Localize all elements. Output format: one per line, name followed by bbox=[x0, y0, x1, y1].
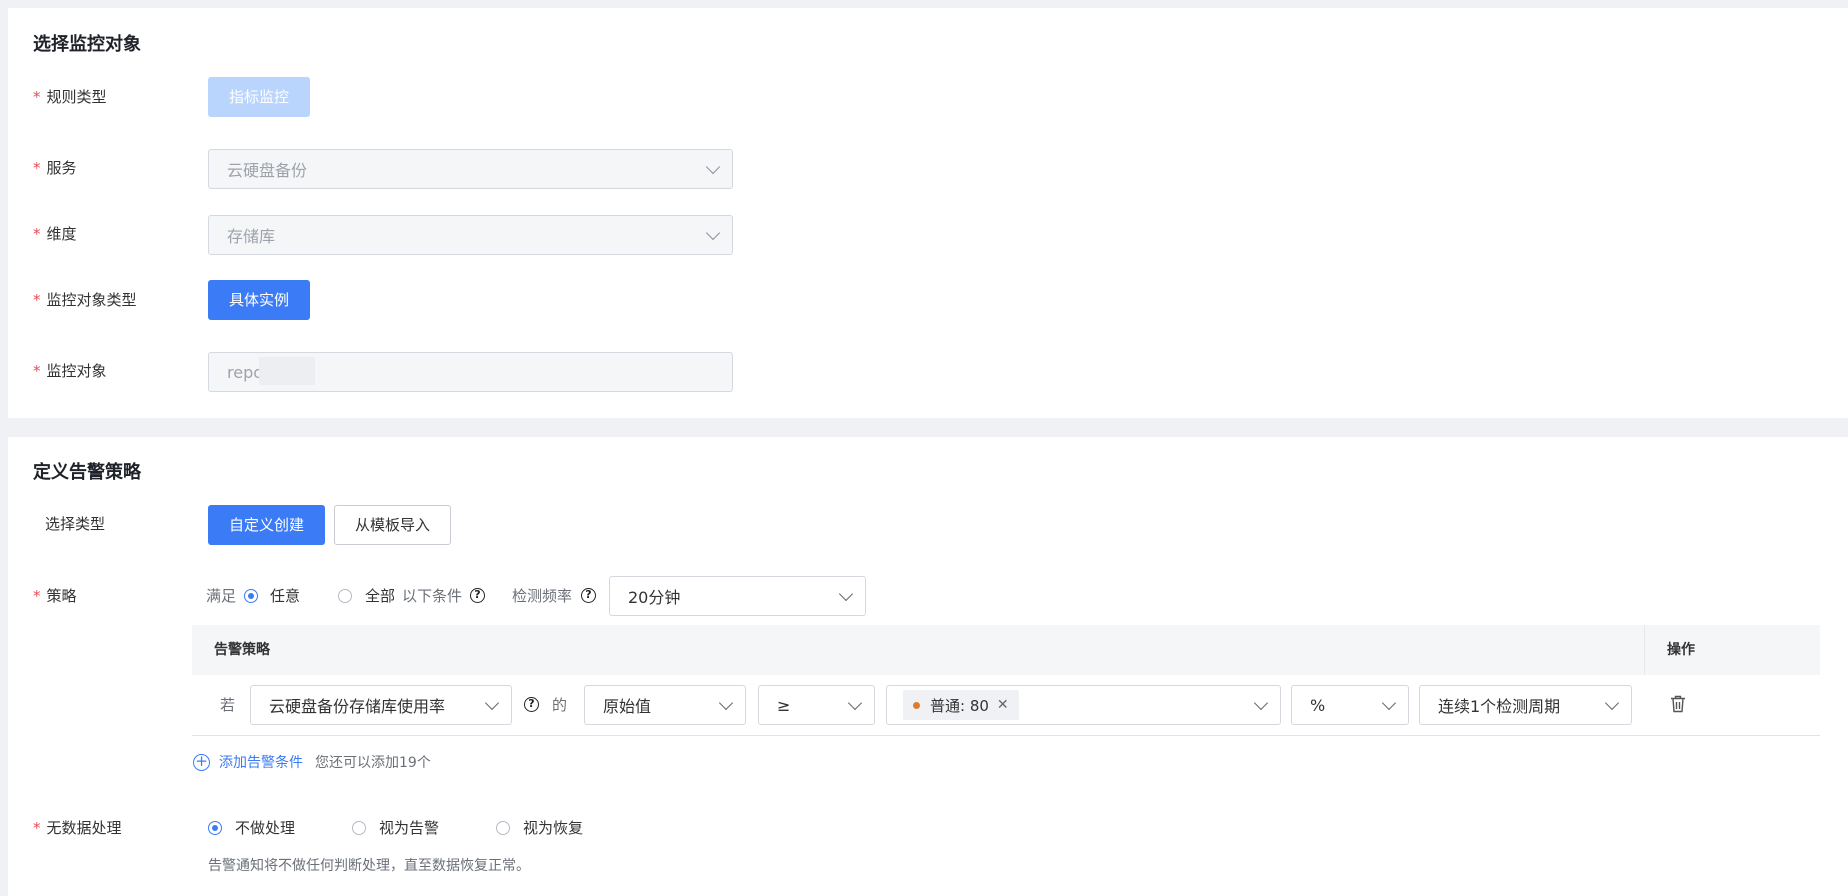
period-select[interactable]: 连续1个检测周期 bbox=[1419, 685, 1632, 725]
service-label: * 服务 bbox=[33, 159, 77, 177]
radio-as-alarm-label: 视为告警 bbox=[379, 819, 440, 837]
policy-table-header: 告警策略 操作 bbox=[192, 625, 1820, 675]
nodata-hint: 告警通知将不做任何判断处理，直至数据恢复正常。 bbox=[208, 858, 530, 874]
radio-any[interactable] bbox=[244, 589, 258, 603]
help-icon[interactable]: ? bbox=[524, 697, 539, 712]
frequency-select[interactable]: 20分钟 bbox=[609, 576, 866, 616]
chevron-down-icon bbox=[1253, 695, 1269, 711]
import-template-button[interactable]: 从模板导入 bbox=[334, 505, 451, 545]
required-mark: * bbox=[33, 88, 41, 106]
add-circle-icon[interactable]: + bbox=[193, 754, 210, 771]
radio-any-label: 任意 bbox=[270, 587, 301, 605]
chevron-down-icon bbox=[847, 695, 863, 711]
of-text: 的 bbox=[552, 696, 568, 714]
unit-value: % bbox=[1310, 695, 1326, 715]
conditions-text: 以下条件 bbox=[402, 587, 463, 605]
section-title-alarm-policy: 定义告警策略 bbox=[33, 462, 141, 483]
monitor-object-field[interactable]: repo bbox=[208, 352, 733, 392]
chevron-down-icon bbox=[705, 159, 721, 175]
object-type-label: * 监控对象类型 bbox=[33, 291, 137, 309]
satisfy-text: 满足 bbox=[206, 587, 237, 605]
operator-select[interactable]: ≥ bbox=[758, 685, 875, 725]
monitor-object-value: repo bbox=[227, 362, 264, 382]
custom-create-button[interactable]: 自定义创建 bbox=[208, 505, 325, 545]
stat-select[interactable]: 原始值 bbox=[584, 685, 746, 725]
radio-as-alarm[interactable] bbox=[352, 821, 366, 835]
radio-as-recovery-label: 视为恢复 bbox=[523, 819, 584, 837]
section-title-monitor-object: 选择监控对象 bbox=[33, 34, 141, 55]
threshold-tag[interactable]: 普通: 80 ✕ bbox=[903, 690, 1019, 720]
trash-icon[interactable] bbox=[1670, 695, 1686, 713]
metric-value: 云硬盘备份存储库使用率 bbox=[269, 697, 446, 716]
frequency-label: 检测频率 bbox=[512, 587, 573, 605]
redacted-block bbox=[259, 357, 315, 385]
radio-all-label: 全部 bbox=[365, 587, 396, 605]
metric-monitor-button[interactable]: 指标监控 bbox=[208, 77, 310, 117]
frequency-value: 20分钟 bbox=[628, 588, 681, 607]
chevron-down-icon bbox=[484, 695, 500, 711]
radio-as-recovery[interactable] bbox=[496, 821, 510, 835]
period-value: 连续1个检测周期 bbox=[1438, 697, 1561, 716]
radio-no-action[interactable] bbox=[208, 821, 222, 835]
service-select[interactable]: 云硬盘备份 bbox=[208, 149, 733, 189]
rule-type-label: * 规则类型 bbox=[33, 88, 107, 106]
col-policy-header: 告警策略 bbox=[214, 642, 270, 658]
column-divider bbox=[1644, 625, 1645, 675]
chevron-down-icon bbox=[1381, 695, 1397, 711]
help-icon[interactable]: ? bbox=[581, 588, 596, 603]
service-value: 云硬盘备份 bbox=[227, 161, 308, 180]
stat-value: 原始值 bbox=[603, 697, 652, 716]
level-dot bbox=[913, 701, 920, 709]
chevron-down-icon bbox=[718, 695, 734, 711]
help-icon[interactable]: ? bbox=[470, 588, 485, 603]
chevron-down-icon bbox=[838, 586, 854, 602]
dimension-select[interactable]: 存储库 bbox=[208, 215, 733, 255]
if-text: 若 bbox=[220, 696, 236, 714]
close-icon[interactable]: ✕ bbox=[997, 697, 1009, 713]
threshold-tag-label: 普通: 80 bbox=[930, 696, 989, 715]
radio-all[interactable] bbox=[338, 589, 352, 603]
policy-label: * 策略 bbox=[33, 587, 77, 605]
add-condition-hint: 您还可以添加19个 bbox=[315, 755, 431, 771]
specific-instance-button[interactable]: 具体实例 bbox=[208, 280, 310, 320]
dimension-label: * 维度 bbox=[33, 225, 77, 243]
monitor-object-label: * 监控对象 bbox=[33, 362, 107, 380]
operator-value: ≥ bbox=[777, 695, 791, 715]
chevron-down-icon bbox=[705, 225, 721, 241]
metric-select[interactable]: 云硬盘备份存储库使用率 bbox=[250, 685, 512, 725]
radio-no-action-label: 不做处理 bbox=[235, 819, 296, 837]
dimension-value: 存储库 bbox=[227, 227, 276, 246]
row-divider bbox=[192, 735, 1820, 736]
col-action-header: 操作 bbox=[1667, 642, 1695, 658]
chevron-down-icon bbox=[1604, 695, 1620, 711]
nodata-label: * 无数据处理 bbox=[33, 819, 122, 837]
unit-select[interactable]: % bbox=[1291, 685, 1409, 725]
select-type-label: 选择类型 bbox=[45, 515, 106, 533]
add-condition-link[interactable]: 添加告警条件 bbox=[219, 753, 303, 773]
